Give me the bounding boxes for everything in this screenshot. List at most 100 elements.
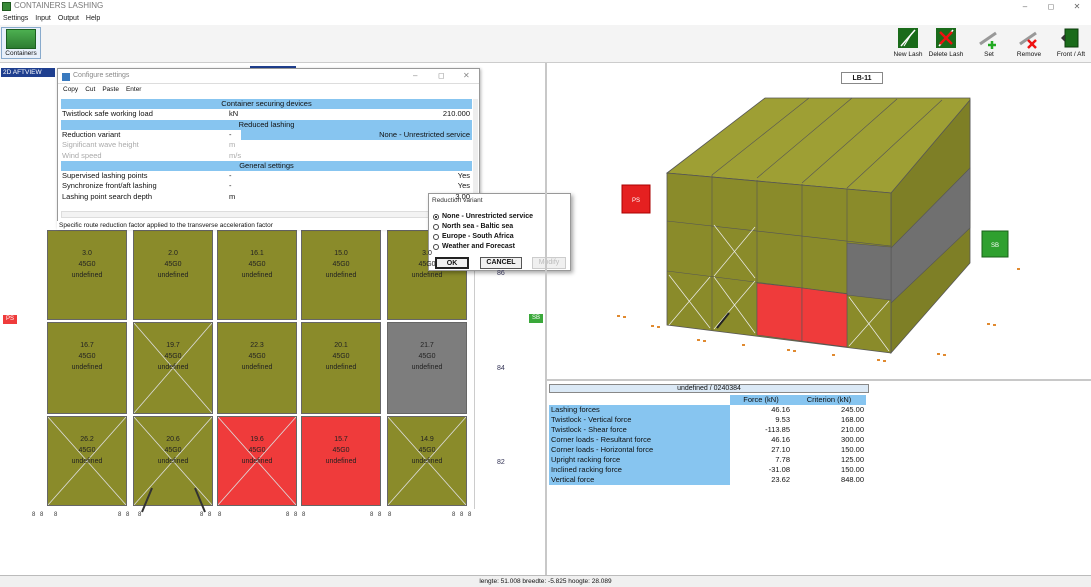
config-row-unit: m: [229, 191, 236, 201]
result-name: Upright racking force: [549, 455, 730, 465]
results-row: Upright racking force 7.78 125.00: [549, 455, 866, 465]
config-row[interactable]: Wind speed m/s: [61, 151, 472, 161]
result-criterion: 150.00: [792, 465, 866, 475]
result-force: -31.08: [730, 465, 792, 475]
lashing-point-icon[interactable]: 8: [468, 512, 471, 518]
result-force: 23.62: [730, 475, 792, 485]
result-name: Twistlock - Shear force: [549, 425, 730, 435]
config-title: Configure settings: [73, 72, 130, 79]
new-lash-icon: [898, 28, 918, 48]
radio-icon[interactable]: [433, 213, 439, 220]
config-maximize-button[interactable]: ◻: [438, 71, 445, 80]
result-name: Vertical force: [549, 475, 730, 485]
menu-input[interactable]: Input: [35, 13, 51, 25]
results-row: Corner loads - Resultant force 46.16 300.0…: [549, 435, 866, 445]
config-minimize-button[interactable]: –: [413, 71, 417, 80]
config-row-unit: m: [229, 140, 236, 150]
delete-lash-button[interactable]: Delete Lash: [928, 27, 964, 58]
config-menu-copy[interactable]: Copy: [63, 84, 78, 95]
reduction-option[interactable]: None - Unrestricted service: [433, 213, 533, 220]
cancel-button[interactable]: CANCEL: [480, 257, 522, 269]
app-title: CONTAINERS LASHING: [14, 1, 104, 10]
config-hint: Specific route reduction factor applied …: [57, 221, 480, 230]
result-name: Corner loads - Resultant force: [549, 435, 730, 445]
front-aft-icon: [1061, 28, 1079, 48]
status-bar: lengte: 51.008 breedte: -5.825 hoogte: 2…: [0, 575, 1091, 587]
config-window-icon: [62, 73, 70, 81]
result-name: Lashing forces: [549, 405, 730, 415]
tier-label: 82: [497, 459, 505, 466]
menu-settings[interactable]: Settings: [3, 13, 28, 25]
reduction-option-label: North sea - Baltic sea: [442, 223, 514, 230]
config-row-name: Supervised lashing points: [62, 171, 148, 181]
config-row-unit: -: [229, 129, 232, 139]
menu-help[interactable]: Help: [86, 13, 100, 25]
config-row-name: Wind speed: [62, 150, 102, 160]
config-menu-paste[interactable]: Paste: [102, 84, 119, 95]
menu-bar: Settings Input Output Help: [0, 13, 1091, 25]
reduction-option[interactable]: North sea - Baltic sea: [433, 223, 513, 230]
sb-marker-label: SB: [991, 243, 999, 249]
containers-button[interactable]: Containers: [1, 27, 41, 59]
view-label: 2D AFTVIEW: [1, 68, 55, 77]
title-bar: CONTAINERS LASHING – ◻ ✕: [0, 0, 1091, 13]
app-icon: [2, 2, 11, 11]
config-row-value: 210.000: [442, 109, 470, 119]
config-menu: Copy Cut Paste Enter: [58, 84, 479, 95]
stack-front-grey: [846, 242, 892, 301]
minimize-button[interactable]: –: [1012, 0, 1038, 13]
result-name: Inclined racking force: [549, 465, 730, 475]
config-row-value: None - Unrestricted service: [379, 129, 470, 139]
bay-grid: 3.0 45G0 undefined 2.0 45G0 undefined 16.1 45G0…: [47, 230, 467, 513]
config-row[interactable]: Reduction variant - None - Unrestricted se…: [61, 129, 472, 140]
close-button[interactable]: ✕: [1064, 0, 1090, 13]
results-row: Inclined racking force -31.08 150.00: [549, 465, 866, 475]
config-close-button[interactable]: ✕: [463, 71, 470, 80]
result-force: 9.53: [730, 415, 792, 425]
reduction-option-label: None - Unrestricted service: [442, 213, 534, 220]
result-criterion: 300.00: [792, 435, 866, 445]
front-aft-button[interactable]: Front / Aft: [1053, 27, 1089, 58]
lashing-point-icon[interactable]: 8: [40, 512, 43, 518]
3d-view[interactable]: PS SB: [547, 63, 1091, 379]
config-menu-enter[interactable]: Enter: [126, 84, 142, 95]
horizontal-splitter[interactable]: [547, 379, 1091, 381]
results-col-criterion: Criterion (kN): [792, 395, 866, 405]
menu-output[interactable]: Output: [58, 13, 79, 25]
set-button[interactable]: Set: [972, 27, 1006, 58]
containers-label: Containers: [5, 50, 37, 57]
result-name: Twistlock - Vertical force: [549, 415, 730, 425]
result-force: 46.16: [730, 405, 792, 415]
config-horizontal-scrollbar[interactable]: [61, 211, 472, 218]
config-row[interactable]: Lashing point search depth m 3.00: [61, 192, 472, 202]
remove-icon: [1019, 31, 1037, 49]
results-row: Twistlock - Shear force -113.85 210.00: [549, 425, 866, 435]
results-col-force: Force (kN): [730, 395, 792, 405]
config-section-header: Container securing devices: [61, 99, 472, 109]
config-row[interactable]: Significant wave height m: [61, 140, 472, 150]
new-lash-button[interactable]: New Lash: [892, 27, 924, 58]
config-row[interactable]: Synchronize front/aft lashing - Yes: [61, 181, 472, 191]
config-row[interactable]: Supervised lashing points - Yes: [61, 171, 472, 181]
result-force: 46.16: [730, 435, 792, 445]
toolbar: Containers LB-11 New Lash Delete Lash Se…: [0, 25, 1091, 84]
3d-stack-drawing: PS SB: [617, 97, 1020, 362]
config-section-header: General settings: [61, 160, 472, 171]
starboard-side-tag: SB: [529, 314, 543, 323]
results-table: Force (kN) Criterion (kN) Lashing forces…: [549, 395, 866, 485]
results-row: Corner loads - Horizontal force 27.10 150.…: [549, 445, 866, 455]
lashing-point-icon[interactable]: 8: [32, 512, 35, 518]
config-row-name: Lashing point search depth: [62, 191, 153, 201]
config-row[interactable]: Twistlock safe working load kN 210.000: [61, 109, 472, 119]
config-menu-cut[interactable]: Cut: [85, 84, 95, 95]
maximize-button[interactable]: ◻: [1038, 0, 1064, 13]
result-criterion: 848.00: [792, 475, 866, 485]
remove-label: Remove: [1016, 51, 1042, 58]
config-title-bar: Configure settings – ◻ ✕: [58, 69, 479, 84]
result-criterion: 168.00: [792, 415, 866, 425]
config-row-name: Twistlock safe working load: [62, 109, 153, 119]
set-icon: [979, 31, 997, 49]
tier-scale: [474, 232, 482, 509]
radio-icon[interactable]: [433, 223, 439, 230]
remove-button[interactable]: Remove: [1012, 27, 1046, 58]
